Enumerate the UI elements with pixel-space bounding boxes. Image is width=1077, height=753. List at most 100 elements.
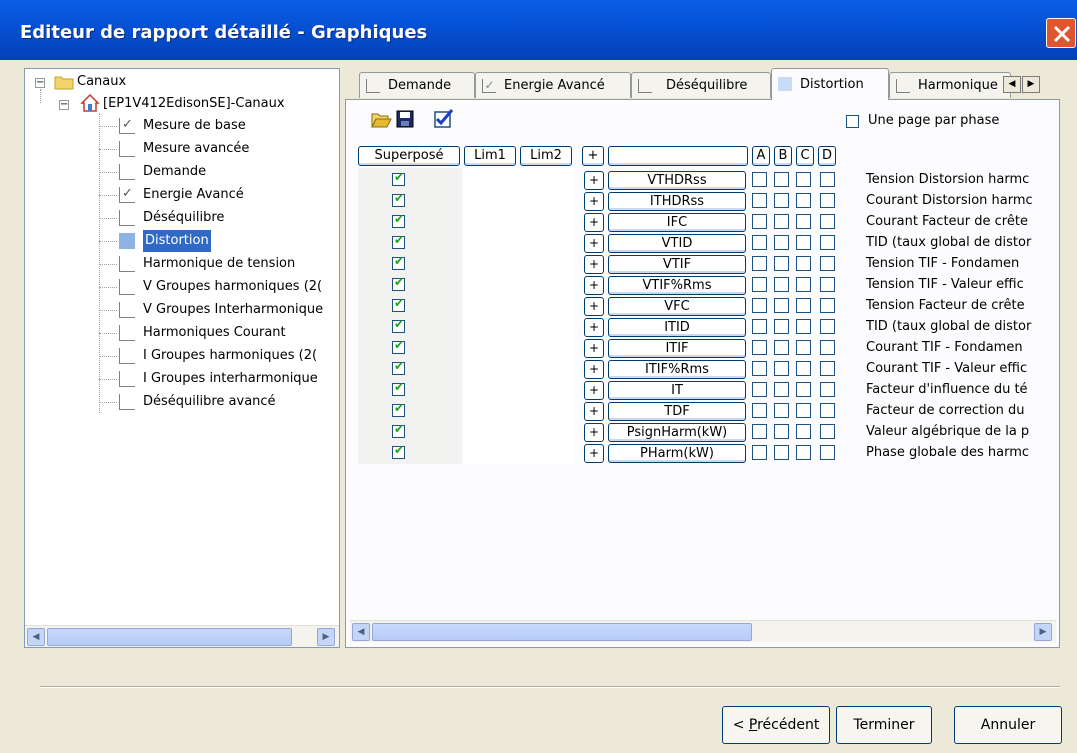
superpose-checkbox[interactable]: ✔ bbox=[392, 338, 405, 354]
grid-horizontal-scrollbar[interactable]: ◀ ▶ bbox=[350, 620, 1056, 642]
phase-c-checkbox[interactable] bbox=[796, 424, 811, 439]
plus-button[interactable]: + bbox=[584, 423, 604, 442]
superpose-checkbox[interactable]: ✔ bbox=[392, 170, 405, 186]
phase-b-checkbox[interactable] bbox=[774, 403, 789, 418]
phase-d-checkbox[interactable] bbox=[820, 235, 835, 250]
plus-button[interactable]: + bbox=[584, 276, 604, 295]
plus-button[interactable]: + bbox=[584, 402, 604, 421]
phase-b-checkbox[interactable] bbox=[774, 193, 789, 208]
phase-d-checkbox[interactable] bbox=[820, 403, 835, 418]
tab-energie-avance[interactable]: ✓ Energie Avancé bbox=[475, 72, 631, 98]
phase-d-checkbox[interactable] bbox=[820, 214, 835, 229]
superpose-checkbox[interactable]: ✔ bbox=[392, 191, 405, 207]
channel-tree[interactable]: − Canaux − [EP1V412EdisonSE]-Canaux ◀ ▶ … bbox=[24, 68, 340, 648]
tab-harmonique[interactable]: Harmonique bbox=[889, 72, 1011, 98]
phase-a-checkbox[interactable] bbox=[752, 319, 767, 334]
channel-name-button[interactable]: TDF bbox=[608, 402, 746, 421]
phase-a-checkbox[interactable] bbox=[752, 172, 767, 187]
superpose-checkbox[interactable]: ✔ bbox=[392, 443, 405, 459]
channel-name-button[interactable]: ITIF%Rms bbox=[608, 360, 746, 379]
tree-checkbox[interactable] bbox=[119, 141, 135, 157]
phase-c-checkbox[interactable] bbox=[796, 235, 811, 250]
channel-name-button[interactable]: VTIF%Rms bbox=[608, 276, 746, 295]
phase-b-checkbox[interactable] bbox=[774, 277, 789, 292]
phase-c-checkbox[interactable] bbox=[796, 193, 811, 208]
phase-d-checkbox[interactable] bbox=[820, 424, 835, 439]
plus-button[interactable]: + bbox=[584, 444, 604, 463]
header-name[interactable] bbox=[608, 146, 748, 166]
expand-device-icon[interactable]: − bbox=[59, 100, 69, 110]
plus-button[interactable]: + bbox=[584, 192, 604, 211]
channel-name-button[interactable]: ITID bbox=[608, 318, 746, 337]
phase-a-checkbox[interactable] bbox=[752, 256, 767, 271]
open-folder-icon[interactable] bbox=[370, 108, 392, 130]
scroll-left-icon[interactable]: ◀ bbox=[352, 623, 370, 641]
header-plus[interactable]: + bbox=[582, 146, 604, 166]
header-d[interactable]: D bbox=[818, 146, 836, 166]
tree-checkbox[interactable] bbox=[119, 371, 135, 387]
channel-name-button[interactable]: PsignHarm(kW) bbox=[608, 423, 746, 442]
phase-b-checkbox[interactable] bbox=[774, 214, 789, 229]
one-page-checkbox[interactable] bbox=[846, 115, 859, 128]
channel-name-button[interactable]: PHarm(kW) bbox=[608, 444, 746, 463]
phase-a-checkbox[interactable] bbox=[752, 277, 767, 292]
channel-name-button[interactable]: VTID bbox=[608, 234, 746, 253]
plus-button[interactable]: + bbox=[584, 171, 604, 190]
phase-c-checkbox[interactable] bbox=[796, 319, 811, 334]
channel-name-button[interactable]: VFC bbox=[608, 297, 746, 316]
tree-horizontal-scrollbar[interactable]: ◀ ▶ bbox=[25, 625, 339, 647]
header-c[interactable]: C bbox=[796, 146, 814, 166]
phase-b-checkbox[interactable] bbox=[774, 382, 789, 397]
plus-button[interactable]: + bbox=[584, 297, 604, 316]
phase-d-checkbox[interactable] bbox=[820, 172, 835, 187]
header-lim1[interactable]: Lim1 bbox=[464, 146, 516, 166]
tree-checkbox[interactable] bbox=[119, 348, 135, 364]
phase-a-checkbox[interactable] bbox=[752, 235, 767, 250]
tree-checkbox[interactable] bbox=[119, 256, 135, 272]
phase-b-checkbox[interactable] bbox=[774, 340, 789, 355]
phase-d-checkbox[interactable] bbox=[820, 382, 835, 397]
phase-d-checkbox[interactable] bbox=[820, 319, 835, 334]
phase-d-checkbox[interactable] bbox=[820, 445, 835, 460]
tab-scroll-left-icon[interactable]: ◀ bbox=[1003, 76, 1021, 93]
check-all-icon[interactable] bbox=[432, 108, 454, 130]
phase-c-checkbox[interactable] bbox=[796, 445, 811, 460]
tree-device-label[interactable]: [EP1V412EdisonSE]-Canaux bbox=[103, 93, 285, 115]
plus-button[interactable]: + bbox=[584, 381, 604, 400]
checkmark-icon[interactable]: ✓ bbox=[119, 118, 135, 134]
close-button[interactable] bbox=[1046, 18, 1076, 48]
scroll-right-icon[interactable]: ▶ bbox=[317, 628, 335, 646]
tree-checkbox[interactable] bbox=[119, 233, 135, 249]
channel-name-button[interactable]: IT bbox=[608, 381, 746, 400]
tab-demande[interactable]: Demande bbox=[359, 72, 475, 98]
cancel-button[interactable]: Annuler bbox=[954, 706, 1062, 744]
superpose-checkbox[interactable]: ✔ bbox=[392, 212, 405, 228]
checkmark-icon[interactable]: ✓ bbox=[119, 187, 135, 203]
channel-name-button[interactable]: IFC bbox=[608, 213, 746, 232]
phase-a-checkbox[interactable] bbox=[752, 298, 767, 313]
phase-b-checkbox[interactable] bbox=[774, 445, 789, 460]
plus-button[interactable]: + bbox=[584, 339, 604, 358]
scroll-right-icon[interactable]: ▶ bbox=[1034, 623, 1052, 641]
phase-c-checkbox[interactable] bbox=[796, 403, 811, 418]
tree-checkbox[interactable] bbox=[119, 394, 135, 410]
phase-d-checkbox[interactable] bbox=[820, 361, 835, 376]
phase-c-checkbox[interactable] bbox=[796, 298, 811, 313]
plus-button[interactable]: + bbox=[584, 360, 604, 379]
plus-button[interactable]: + bbox=[584, 255, 604, 274]
superpose-checkbox[interactable]: ✔ bbox=[392, 296, 405, 312]
superpose-checkbox[interactable]: ✔ bbox=[392, 422, 405, 438]
phase-a-checkbox[interactable] bbox=[752, 214, 767, 229]
superpose-checkbox[interactable]: ✔ bbox=[392, 380, 405, 396]
scroll-left-icon[interactable]: ◀ bbox=[27, 628, 45, 646]
plus-button[interactable]: + bbox=[584, 318, 604, 337]
scroll-thumb[interactable] bbox=[372, 623, 752, 641]
phase-a-checkbox[interactable] bbox=[752, 403, 767, 418]
phase-d-checkbox[interactable] bbox=[820, 340, 835, 355]
phase-d-checkbox[interactable] bbox=[820, 256, 835, 271]
plus-button[interactable]: + bbox=[584, 213, 604, 232]
tree-checkbox[interactable] bbox=[119, 279, 135, 295]
expand-root-icon[interactable]: − bbox=[35, 78, 45, 88]
previous-button[interactable]: < Précédent bbox=[722, 706, 830, 744]
phase-a-checkbox[interactable] bbox=[752, 424, 767, 439]
